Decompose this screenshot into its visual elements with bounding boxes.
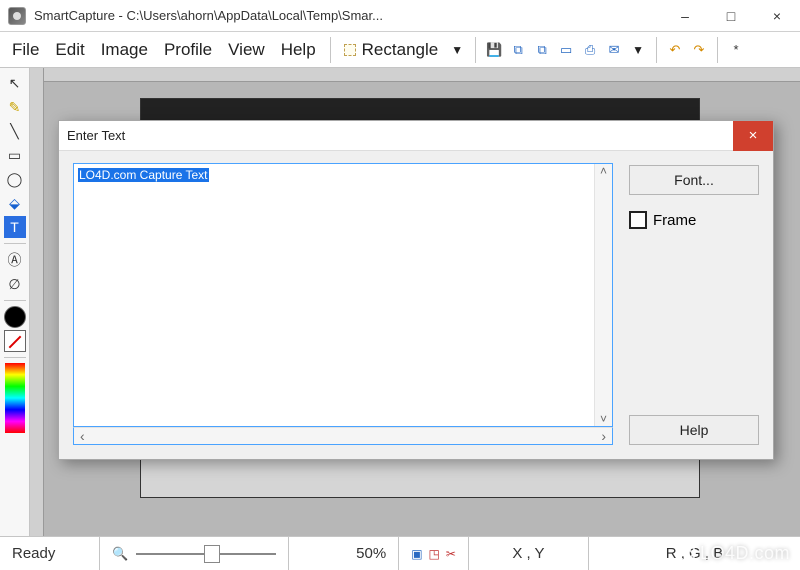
copy2-icon[interactable]: ⧉ bbox=[532, 40, 552, 60]
tool-style-icon[interactable]: ∅ bbox=[4, 273, 26, 295]
menu-edit[interactable]: Edit bbox=[47, 36, 92, 64]
status-coords: X , Y bbox=[469, 537, 589, 570]
tool-rect-icon[interactable]: ▭ bbox=[4, 144, 26, 166]
help-button[interactable]: Help bbox=[629, 415, 759, 445]
enter-text-dialog: Enter Text × LO4D.com Capture Text ˄ ˅ ‹… bbox=[58, 120, 774, 460]
frame-checkbox-label: Frame bbox=[653, 212, 696, 229]
no-fill-swatch[interactable] bbox=[4, 330, 26, 352]
print-icon[interactable]: ⎙ bbox=[580, 40, 600, 60]
maximize-button[interactable]: □ bbox=[708, 0, 754, 32]
capture-mode-dropdown[interactable]: ▼ bbox=[445, 43, 469, 57]
cut-icon[interactable]: ✂ bbox=[446, 547, 456, 561]
tool-bucket-icon[interactable]: ⬙ bbox=[4, 192, 26, 214]
zoom-thumb[interactable] bbox=[204, 545, 220, 563]
scroll-down-icon[interactable]: ˅ bbox=[600, 412, 607, 426]
window-titlebar: SmartCapture - C:\Users\ahorn\AppData\Lo… bbox=[0, 0, 800, 32]
foreground-color-swatch[interactable] bbox=[4, 306, 26, 328]
scroll-right-icon[interactable]: › bbox=[601, 428, 612, 444]
send-dropdown[interactable]: ▼ bbox=[626, 43, 650, 57]
rectangle-icon bbox=[344, 44, 356, 56]
mail-icon[interactable]: ✉ bbox=[604, 40, 624, 60]
text-input-area[interactable]: LO4D.com Capture Text ˄ ˅ bbox=[73, 163, 613, 427]
font-button[interactable]: Font... bbox=[629, 165, 759, 195]
zoom-slider[interactable]: 🔍 bbox=[112, 546, 276, 562]
minimize-button[interactable]: – bbox=[662, 0, 708, 32]
text-input-value: LO4D.com Capture Text bbox=[78, 168, 209, 182]
zoom-out-icon[interactable]: 🔍 bbox=[112, 546, 128, 562]
ruler-left bbox=[30, 68, 44, 536]
ruler-top bbox=[30, 68, 800, 82]
tool-linewidth-icon[interactable]: Ⓐ bbox=[4, 249, 26, 271]
frame-checkbox-row[interactable]: Frame bbox=[629, 211, 759, 229]
window-title: SmartCapture - C:\Users\ahorn\AppData\Lo… bbox=[34, 8, 383, 23]
close-button[interactable]: × bbox=[754, 0, 800, 32]
scroll-up-icon[interactable]: ˄ bbox=[600, 164, 607, 178]
fullscreen-icon[interactable]: ▣ bbox=[411, 547, 422, 561]
dialog-close-button[interactable]: × bbox=[733, 121, 773, 151]
tool-line-icon[interactable]: ╲ bbox=[4, 120, 26, 142]
tool-text-icon[interactable]: T bbox=[4, 216, 26, 238]
menu-help[interactable]: Help bbox=[273, 36, 324, 64]
color-picker-strip[interactable] bbox=[5, 363, 25, 433]
statusbar: Ready 🔍 50% ▣ ◳ ✂ X , Y R , G , B bbox=[0, 536, 800, 570]
status-ready: Ready bbox=[0, 537, 100, 570]
undo-icon[interactable]: ↶ bbox=[665, 40, 685, 60]
menubar: File Edit Image Profile View Help Rectan… bbox=[0, 32, 800, 68]
zoom-track[interactable] bbox=[136, 553, 276, 555]
window-icon[interactable]: ▭ bbox=[556, 40, 576, 60]
crop-icon[interactable]: ◳ bbox=[429, 547, 440, 561]
tool-select-arrow-icon[interactable]: ↖ bbox=[4, 72, 26, 94]
frame-checkbox[interactable] bbox=[629, 211, 647, 229]
capture-mode-button[interactable]: Rectangle bbox=[337, 37, 446, 63]
app-icon bbox=[8, 7, 26, 25]
capture-mode-label: Rectangle bbox=[362, 40, 439, 60]
dialog-titlebar[interactable]: Enter Text × bbox=[59, 121, 773, 151]
menu-image[interactable]: Image bbox=[93, 36, 156, 64]
status-rgb: R , G , B bbox=[589, 537, 800, 570]
save-icon[interactable]: 💾 bbox=[484, 40, 504, 60]
menu-profile[interactable]: Profile bbox=[156, 36, 220, 64]
copy-icon[interactable]: ⧉ bbox=[508, 40, 528, 60]
vertical-scrollbar[interactable]: ˄ ˅ bbox=[594, 164, 612, 426]
tool-palette: ↖ ✎ ╲ ▭ ◯ ⬙ T Ⓐ ∅ bbox=[0, 68, 30, 536]
menu-view[interactable]: View bbox=[220, 36, 273, 64]
scroll-left-icon[interactable]: ‹ bbox=[74, 428, 85, 444]
zoom-percent: 50% bbox=[289, 537, 399, 570]
horizontal-scrollbar[interactable]: ‹ › bbox=[73, 427, 613, 445]
tool-pencil-icon[interactable]: ✎ bbox=[4, 96, 26, 118]
star-icon[interactable]: * bbox=[726, 40, 746, 60]
dialog-title: Enter Text bbox=[67, 128, 125, 143]
menu-file[interactable]: File bbox=[4, 36, 47, 64]
redo-icon[interactable]: ↷ bbox=[689, 40, 709, 60]
tool-ellipse-icon[interactable]: ◯ bbox=[4, 168, 26, 190]
